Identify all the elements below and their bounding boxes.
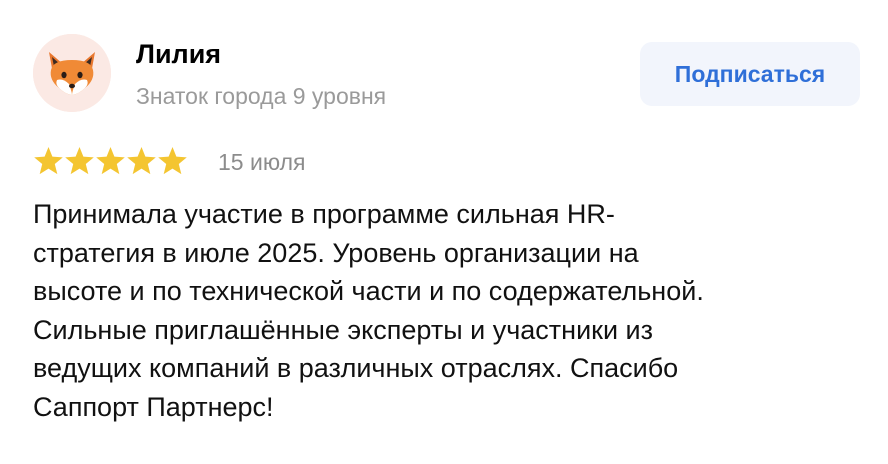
star-icon xyxy=(65,147,94,175)
review-date: 15 июля xyxy=(218,149,306,175)
star-icon xyxy=(34,147,63,175)
star-icon xyxy=(158,147,187,175)
author-name[interactable]: Лилия xyxy=(136,36,221,72)
fox-avatar-icon xyxy=(33,34,111,112)
review-card: Лилия Знаток города 9 уровня Подписаться… xyxy=(0,0,888,464)
review-text-line: Принимала участие в программе сильная HR… xyxy=(33,199,615,229)
review-text-line: высоте и по технической части и по содер… xyxy=(33,276,704,307)
user-avatar[interactable] xyxy=(33,34,111,112)
review-text-line: Сильные приглашённые эксперты и участник… xyxy=(33,314,654,345)
review-text-line: стратегия в июле 2025. Уровень организац… xyxy=(33,237,639,268)
author-level: Знаток города 9 уровня xyxy=(136,83,387,109)
review-text: Принимала участие в программе сильная HR… xyxy=(33,195,848,427)
review-text-line: ведущих компаний в различных отраслях. С… xyxy=(33,353,679,384)
review-text-line: Саппорт Партнерс! xyxy=(33,391,274,422)
subscribe-button[interactable]: Подписаться xyxy=(640,42,860,106)
star-icon xyxy=(127,147,156,175)
star-icon xyxy=(96,147,125,175)
star-rating xyxy=(33,146,188,176)
